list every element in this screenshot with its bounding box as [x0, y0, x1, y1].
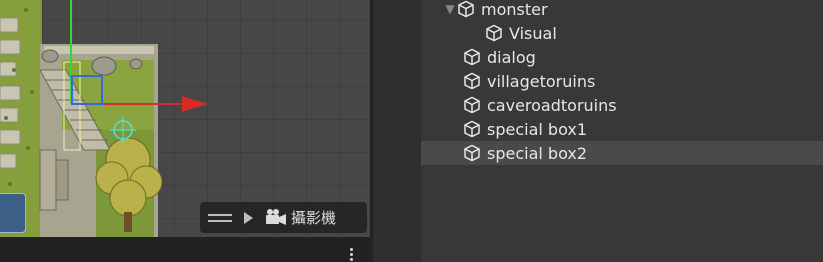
hierarchy-item-dialog[interactable]: dialog [463, 45, 823, 69]
gameobject-cube-icon [464, 120, 480, 138]
hierarchy-indent-gutter [373, 0, 421, 262]
camera-icon [266, 208, 286, 225]
camera-preview-toolbar[interactable]: 攝影機 [200, 202, 367, 233]
hierarchy-item-visual[interactable]: Visual [485, 21, 823, 45]
gameobject-cube-icon [458, 0, 474, 18]
view-tool-button[interactable] [0, 193, 26, 233]
gameobject-cube-icon [464, 144, 480, 162]
hierarchy-item-villagetoruins[interactable]: villagetoruins [463, 69, 823, 93]
drag-handle-icon[interactable] [208, 213, 232, 222]
hierarchy-item-special-box2[interactable]: special box2 [421, 141, 823, 165]
camera-label: 攝影機 [291, 209, 337, 227]
kebab-menu-icon[interactable] [350, 248, 354, 262]
hierarchy-item-caveroadtoruins[interactable]: caveroadtoruins [463, 93, 823, 117]
hierarchy-item-label: Visual [509, 23, 557, 43]
gameobject-cube-icon [464, 72, 480, 90]
hierarchy-item-label: monster [481, 0, 548, 19]
expand-arrow-icon[interactable]: ▼ [443, 2, 457, 16]
hierarchy-item-label: caveroadtoruins [487, 95, 617, 115]
hierarchy-item-monster[interactable]: ▼ monster [443, 0, 823, 21]
gameobject-cube-icon [464, 48, 480, 66]
scene-view[interactable]: 攝影機 [0, 0, 370, 237]
scene-footer-bar [0, 237, 370, 262]
gameobject-cube-icon [486, 24, 502, 42]
hierarchy-item-label: special box2 [487, 143, 588, 163]
gameobject-cube-icon [464, 96, 480, 114]
hierarchy-item-special-box1[interactable]: special box1 [463, 117, 823, 141]
play-icon[interactable] [244, 211, 253, 224]
hierarchy-item-label: villagetoruins [487, 71, 596, 91]
hierarchy-item-label: special box1 [487, 119, 588, 139]
hierarchy-item-label: dialog [487, 47, 536, 67]
